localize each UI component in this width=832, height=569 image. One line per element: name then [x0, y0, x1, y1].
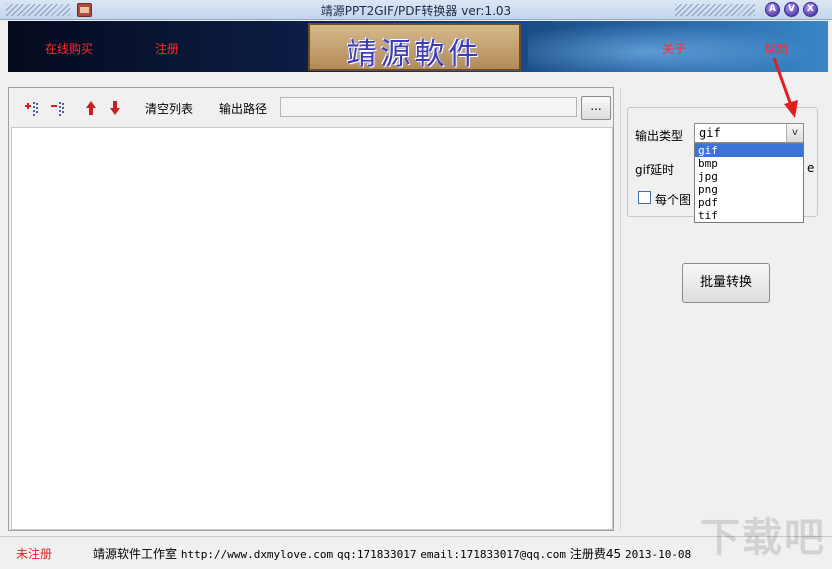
minimize-button[interactable]: V: [784, 2, 799, 17]
help-window-button[interactable]: A: [765, 2, 780, 17]
status-info: 靖源软件工作室 http://www.dxmylove.com qq:17183…: [93, 545, 691, 562]
qq-contact: qq:171833017: [337, 548, 417, 561]
gif-delay-unit: e: [807, 161, 815, 175]
option-tif[interactable]: tif: [695, 209, 803, 222]
option-gif[interactable]: gif: [695, 144, 803, 157]
file-list[interactable]: [11, 127, 613, 530]
option-pdf[interactable]: pdf: [695, 196, 803, 209]
brand-logo: 靖源軟件: [308, 23, 521, 72]
batch-convert-button[interactable]: 批量转换: [682, 263, 770, 303]
output-path-input[interactable]: [280, 97, 577, 117]
buy-online-link[interactable]: 在线购买: [45, 40, 93, 57]
gif-delay-label: gif延时: [635, 163, 675, 177]
remove-file-icon[interactable]: [50, 100, 66, 116]
output-type-dropdown[interactable]: gif bmp jpg png pdf tif: [694, 143, 804, 223]
release-date: 2013-10-08: [624, 548, 692, 561]
chevron-down-icon[interactable]: v: [786, 124, 803, 142]
close-button[interactable]: X: [803, 2, 818, 17]
about-link[interactable]: 关于: [662, 40, 686, 57]
website-link[interactable]: http://www.dxmylove.com: [181, 548, 333, 561]
file-panel: 清空列表 输出路径 ...: [8, 87, 614, 531]
settings-panel: 输出类型 gif v gif bmp jpg png pdf tif gif延时…: [620, 87, 828, 531]
registration-status: 未注册: [16, 547, 53, 561]
option-png[interactable]: png: [695, 183, 803, 196]
output-path-label: 输出路径: [219, 102, 268, 116]
clear-list-button[interactable]: 清空列表: [145, 100, 193, 117]
register-link[interactable]: 注册: [155, 40, 179, 57]
annotation-arrow-icon: [772, 57, 798, 118]
watermark: 下载吧: [700, 515, 826, 561]
per-image-checkbox[interactable]: [638, 191, 651, 204]
output-type-label: 输出类型: [635, 129, 684, 143]
help-link[interactable]: 帮助: [764, 40, 788, 57]
browse-button[interactable]: ...: [581, 96, 611, 120]
output-type-select[interactable]: gif v: [694, 123, 804, 143]
title-grip-right: [675, 4, 755, 16]
move-up-icon[interactable]: [83, 100, 99, 116]
email-contact: email:171833017@qq.com: [420, 548, 567, 561]
output-type-value: gif: [699, 126, 721, 140]
option-bmp[interactable]: bmp: [695, 157, 803, 170]
per-image-label: 每个图: [655, 193, 692, 207]
logo-text: 靖源軟件: [346, 37, 483, 72]
add-file-icon[interactable]: [24, 100, 40, 116]
title-bar: 靖源PPT2GIF/PDF转换器 ver:1.03 A V X: [0, 0, 832, 20]
toolbar: 清空列表 输出路径 ...: [9, 88, 613, 128]
option-jpg[interactable]: jpg: [695, 170, 803, 183]
register-fee: 注册费45: [569, 547, 622, 561]
banner: 在线购买 注册 靖源軟件 关于 帮助: [8, 21, 828, 72]
move-down-icon[interactable]: [107, 100, 123, 116]
studio-name: 靖源软件工作室: [93, 547, 178, 561]
